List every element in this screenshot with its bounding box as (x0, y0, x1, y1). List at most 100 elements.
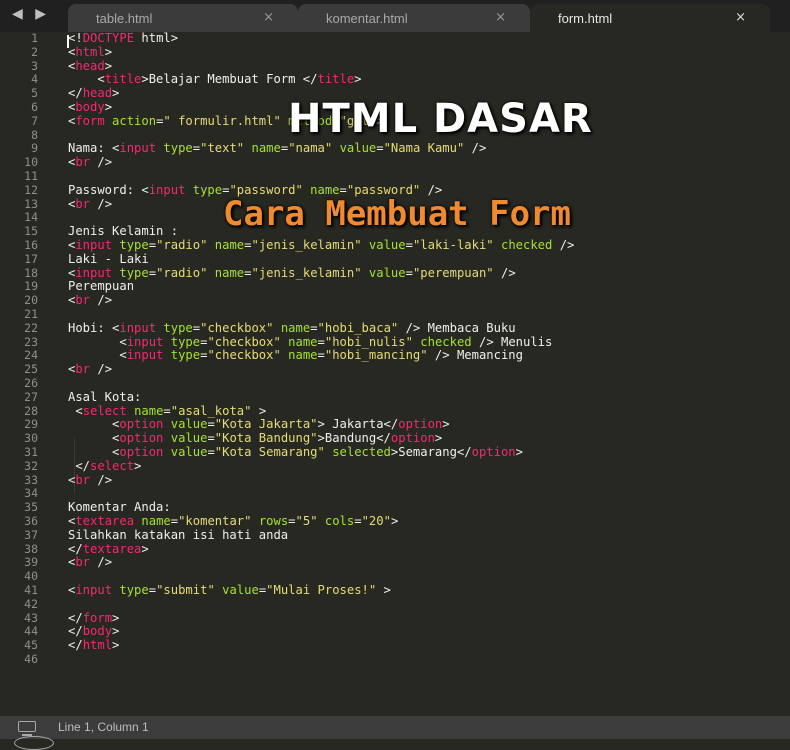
code-token: br (75, 155, 91, 170)
code-line[interactable]: <select name="asal_kota" > (68, 403, 267, 419)
line-number: 36 (24, 514, 38, 528)
code-token: value (222, 583, 259, 597)
line-number: 31 (24, 445, 38, 459)
line-number: 45 (24, 638, 38, 653)
line-number: 37 (24, 527, 38, 542)
code-token: Hobi: < (68, 320, 120, 335)
line-number: 26 (24, 376, 38, 390)
code-line[interactable]: </head> (68, 86, 120, 101)
code-line[interactable]: Komentar Anda: (68, 500, 171, 515)
code-token: option (119, 431, 164, 446)
code-line[interactable]: <option value="Kota Jakarta"> Jakarta</o… (68, 417, 450, 432)
code-line[interactable]: <br /> (68, 155, 113, 170)
code-token: = (376, 141, 384, 156)
code-line[interactable]: <!DOCTYPE html> (68, 31, 178, 46)
line-number: 22 (24, 320, 38, 335)
code-token: "hobi_mancing" (324, 348, 428, 363)
code-line[interactable]: Jenis Kelamin : (68, 224, 178, 239)
code-token: > (112, 638, 120, 653)
code-token: >Belajar Membuat Form </ (141, 72, 318, 87)
code-line[interactable]: <input type="checkbox" name="hobi_nulis"… (68, 334, 552, 350)
code-line[interactable]: Nama: <input type="text" name="nama" val… (68, 141, 486, 156)
code-token: Laki - Laki (68, 251, 149, 266)
code-token: > (251, 403, 267, 418)
code-token: "checkbox" (200, 320, 274, 335)
code-line[interactable]: <input type="checkbox" name="hobi_mancin… (68, 348, 523, 363)
monitor-icon[interactable] (18, 721, 36, 736)
code-line[interactable]: <option value="Kota Semarang" selected>S… (68, 445, 523, 460)
code-line[interactable]: <title>Belajar Membuat Form </title> (68, 72, 361, 87)
code-token: select (90, 458, 135, 473)
circle-icon (14, 736, 54, 750)
close-icon[interactable]: × (263, 10, 274, 25)
code-token: < (68, 417, 120, 432)
code-line[interactable]: Hobi: <input type="checkbox" name="hobi_… (68, 320, 516, 336)
code-token: type (163, 320, 193, 335)
code-token: value (170, 417, 208, 432)
code-token: textarea (82, 541, 142, 556)
code-token: head (75, 58, 105, 73)
code-line[interactable]: <br /> (68, 293, 112, 308)
tab-form-html[interactable]: form.html × (530, 4, 770, 32)
code-line[interactable]: <option value="Kota Bandung">Bandung</op… (68, 431, 442, 446)
code-token: = (244, 238, 252, 252)
code-line[interactable]: </textarea> (68, 541, 149, 557)
code-line[interactable]: Laki - Laki (68, 251, 149, 267)
code-token: "komentar" (178, 514, 252, 528)
code-token: name (251, 141, 281, 156)
code-token: /> (90, 196, 113, 211)
code-line[interactable]: <input type="radio" name="jenis_kelamin"… (68, 238, 574, 253)
close-icon[interactable]: × (735, 10, 746, 25)
code-token: = (317, 334, 325, 349)
code-line[interactable]: <br /> (68, 555, 112, 570)
code-token: < (68, 431, 120, 446)
overlay-subtitle: Cara Membuat Form (223, 194, 571, 234)
code-token: </ (68, 638, 83, 653)
code-line[interactable]: <textarea name="komentar" rows="5" cols=… (68, 514, 398, 529)
code-line[interactable]: <br /> (68, 362, 112, 377)
code-line[interactable]: </html> (68, 638, 120, 653)
code-line[interactable]: Asal Kota: (68, 389, 142, 405)
code-token: /> (90, 155, 113, 170)
tab-nav-arrows-icon[interactable]: ◀ ▶ (12, 6, 50, 22)
code-line[interactable]: <head> (68, 58, 113, 74)
code-token: DOCTYPE (82, 31, 135, 45)
code-line[interactable]: <html> (68, 45, 112, 60)
line-number: 16 (24, 238, 38, 252)
code-token: > (104, 58, 113, 73)
code-line[interactable]: <body> (68, 100, 112, 115)
code-line[interactable]: <input type="submit" value="Mulai Proses… (68, 583, 391, 598)
code-line[interactable]: Silahkan katakan isi hati anda (68, 528, 288, 543)
code-line[interactable]: <br /> (68, 196, 113, 212)
code-token: head (82, 86, 113, 101)
code-token: > Jakarta</ (317, 417, 399, 432)
close-icon[interactable]: × (495, 10, 506, 25)
code-line[interactable]: </body> (68, 624, 119, 639)
tab-table-html[interactable]: table.html × (68, 4, 298, 32)
code-line[interactable]: </select> (68, 458, 141, 474)
code-line[interactable]: Perempuan (68, 279, 134, 294)
code-token: name (141, 514, 171, 528)
code-line[interactable]: </form> (68, 611, 119, 626)
code-token: "nama" (288, 141, 333, 156)
line-number: 5 (31, 86, 38, 101)
code-token: > (112, 86, 120, 101)
code-token: "submit" (156, 583, 215, 597)
code-token: type (170, 334, 201, 349)
code-token: option (471, 445, 516, 459)
tab-komentar-html[interactable]: komentar.html × (298, 4, 530, 32)
code-token: Asal Kota: (68, 389, 142, 404)
code-line[interactable]: <br /> (68, 473, 112, 488)
code-token: "jenis_kelamin" (251, 238, 362, 252)
line-number: 17 (24, 251, 38, 266)
code-token: option (119, 445, 164, 459)
code-token: = (148, 265, 157, 280)
code-token: </ (68, 624, 83, 639)
code-line[interactable]: <input type="radio" name="jenis_kelamin"… (68, 265, 516, 281)
line-number: 25 (24, 362, 38, 377)
code-token: /> (493, 265, 516, 280)
